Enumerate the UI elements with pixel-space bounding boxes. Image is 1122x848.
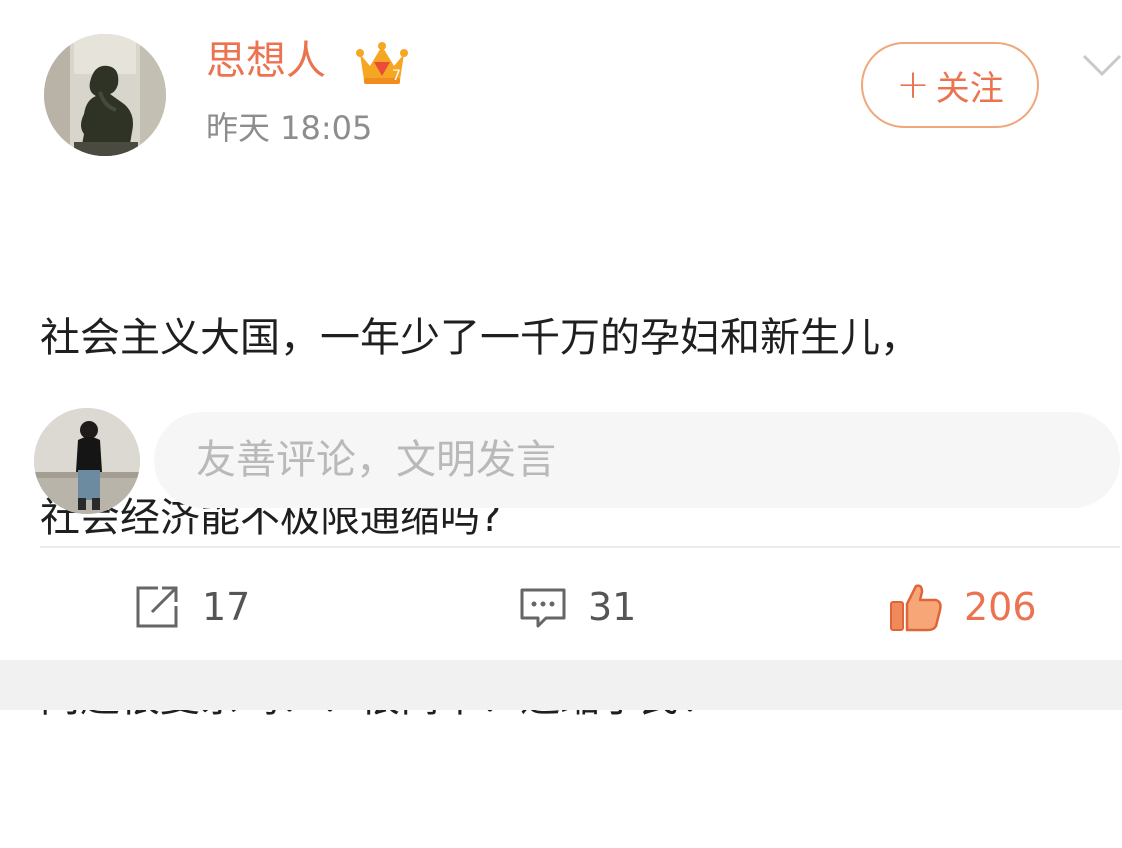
post-content: 社会主义大国，一年少了一千万的孕妇和新生儿， 社会经济能不极限通缩吗? 问题很复… — [40, 188, 1122, 848]
comment-input[interactable]: 友善评论，文明发言 — [154, 412, 1120, 508]
post-content-line: 社会主义大国，一年少了一千万的孕妇和新生儿， — [40, 315, 920, 361]
thumbs-up-icon — [890, 584, 942, 632]
comment-icon — [520, 588, 566, 628]
weibo-post: 思想人 7 昨天 18:05 + 关注 社会主义大国，一年少了一千万的孕妇和新生… — [0, 0, 1122, 721]
svg-text:7: 7 — [392, 68, 401, 84]
author-avatar[interactable] — [44, 34, 166, 156]
vip-crown-icon: 7 — [356, 42, 408, 84]
follow-button[interactable]: + 关注 — [861, 42, 1039, 128]
current-user-avatar-image — [34, 408, 140, 514]
repost-button[interactable]: 17 — [132, 578, 250, 636]
post-timestamp: 昨天 18:05 — [206, 109, 373, 147]
plus-icon: + — [896, 62, 930, 108]
like-count: 206 — [964, 585, 1037, 629]
repost-count: 17 — [202, 585, 251, 629]
follow-label: 关注 — [935, 68, 1004, 109]
feed-separator — [0, 660, 1122, 710]
comment-count: 31 — [588, 585, 637, 629]
chevron-down-icon[interactable] — [1080, 50, 1122, 80]
comment-placeholder: 友善评论，文明发言 — [196, 437, 556, 483]
repost-icon — [136, 586, 178, 628]
like-button[interactable]: 206 — [888, 578, 1037, 636]
divider — [40, 546, 1120, 548]
thinker-statue-avatar — [44, 34, 166, 156]
comment-button[interactable]: 31 — [518, 578, 636, 636]
current-user-avatar — [34, 408, 140, 514]
author-name[interactable]: 思想人 — [206, 34, 326, 88]
